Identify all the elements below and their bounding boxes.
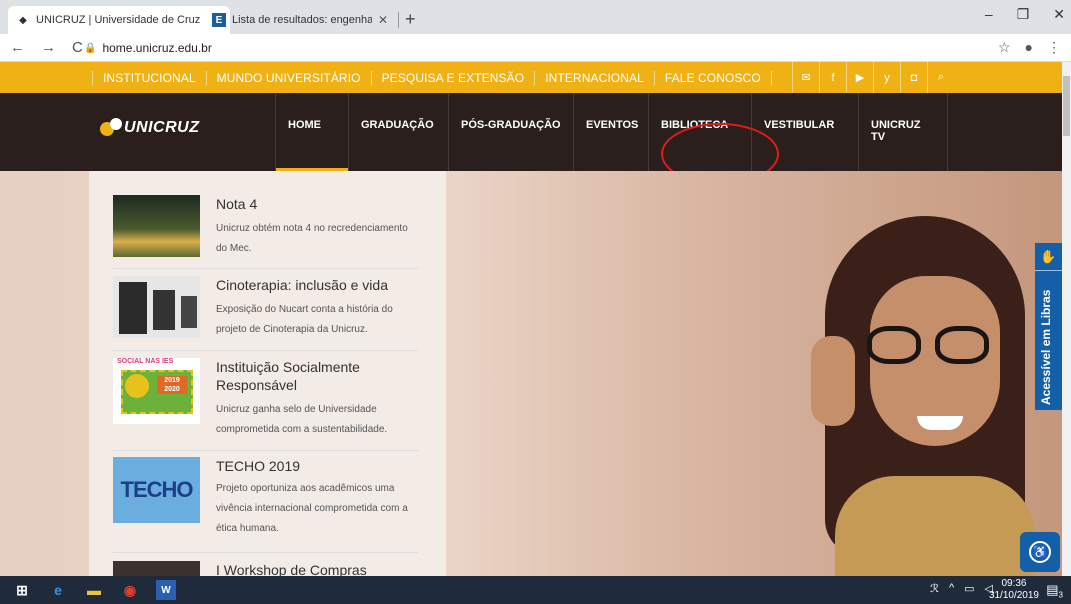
news-thumbnail (113, 561, 200, 576)
top-links: INSTITUCIONAL MUNDO UNIVERSITÁRIO PESQUI… (92, 62, 772, 93)
nav-menu: HOME GRADUAÇÃO PÓS-GRADUAÇÃO EVENTOS BIB… (275, 93, 948, 171)
facebook-icon[interactable]: f (819, 62, 846, 93)
toolbar-right: ☆ ● ⋮ (998, 39, 1061, 56)
network-icon[interactable]: ▭ (964, 582, 974, 595)
clock-time: 09:36 (1001, 578, 1027, 589)
unicruz-favicon-icon: ◆ (19, 14, 27, 26)
student-photo (775, 216, 1035, 576)
word-icon[interactable]: W (156, 580, 176, 600)
system-tray: ℛ ^ ▭ ◁ (930, 582, 993, 595)
nav-item-eventos[interactable]: EVENTOS (573, 93, 648, 171)
taskbar-clock[interactable]: 09:36 31/10/2019 (989, 578, 1039, 602)
toplink-mundo-universitario[interactable]: MUNDO UNIVERSITÁRIO (207, 70, 372, 85)
hands-icon: ✋ (1035, 243, 1062, 271)
nav-item-unicruz-tv[interactable]: UNICRUZ TV (858, 93, 948, 171)
forward-button[interactable]: → (41, 39, 56, 56)
hero-banner: Nota 4 Unicruz obtém nota 4 no recredenc… (0, 171, 1062, 576)
window-controls: – ❐ ✕ (985, 6, 1065, 23)
tab-results[interactable]: E Lista de resultados: engenharia c ✕ (204, 6, 396, 34)
news-title[interactable]: I Workshop de Compras (216, 561, 416, 576)
libras-label: Acessível em Libras (1039, 289, 1053, 405)
url-text: home.unicruz.edu.br (102, 41, 212, 55)
edge-icon[interactable]: e (48, 580, 68, 600)
news-item[interactable]: I Workshop de Compras (113, 561, 418, 576)
libras-accessibility-widget[interactable]: ✋ Acessível em Libras (1035, 243, 1062, 410)
news-item[interactable]: SOCIAL NAS IES 2019 2020 Instituição Soc… (113, 358, 418, 451)
close-tab-icon[interactable]: ✕ (378, 13, 388, 27)
news-thumbnail (113, 195, 200, 257)
twitter-icon[interactable]: y (873, 62, 900, 93)
news-title[interactable]: Nota 4 (216, 195, 416, 213)
windows-taskbar: ⊞ e ▬ ◉ W ℛ ^ ▭ ◁ 09:36 31/10/2019 ▤3 (0, 576, 1071, 604)
new-tab-button[interactable]: + (405, 9, 416, 30)
url-field[interactable]: 🔒 home.unicruz.edu.br (84, 37, 984, 59)
nav-buttons: ← → C (10, 39, 83, 56)
thumb-caption: SOCIAL NAS IES (117, 358, 174, 365)
main-navigation: UNICRUZ HOME GRADUAÇÃO PÓS-GRADUAÇÃO EVE… (0, 93, 1062, 185)
chevron-up-icon[interactable]: ^ (949, 582, 954, 595)
file-explorer-icon[interactable]: ▬ (84, 580, 104, 600)
maximize-button[interactable]: ❐ (1017, 6, 1030, 23)
news-thumbnail: TECHO (113, 457, 200, 523)
news-desc: Unicruz obtém nota 4 no recredenciamento… (216, 223, 408, 254)
bookmark-star-icon[interactable]: ☆ (998, 39, 1011, 56)
unicruz-logo[interactable]: UNICRUZ (100, 118, 200, 138)
tab-title: UNICRUZ | Universidade de Cruz (36, 14, 201, 26)
news-desc: Projeto oportuniza aos acadêmicos uma vi… (216, 483, 408, 534)
top-utility-bar: INSTITUCIONAL MUNDO UNIVERSITÁRIO PESQUI… (0, 62, 1062, 93)
youtube-icon[interactable]: ▶ (846, 62, 873, 93)
thumb-techo-text: TECHO (120, 477, 194, 502)
toplink-pesquisa-extensao[interactable]: PESQUISA E EXTENSÃO (372, 70, 536, 85)
minimize-button[interactable]: – (985, 6, 993, 23)
page-scrollbar[interactable] (1062, 62, 1071, 576)
windows-start-icon[interactable]: ⊞ (12, 580, 32, 600)
profile-icon[interactable]: ● (1025, 39, 1033, 56)
instagram-icon[interactable]: ◘ (900, 62, 927, 93)
tab-divider (398, 12, 399, 28)
back-button[interactable]: ← (10, 39, 25, 56)
results-favicon-icon: E (212, 13, 226, 27)
nav-item-home[interactable]: HOME (275, 93, 348, 171)
news-title[interactable]: Cinoterapia: inclusão e vida (216, 276, 416, 294)
accessibility-button[interactable]: ♿ (1020, 532, 1060, 572)
toplink-fale-conosco[interactable]: FALE CONOSCO (655, 70, 772, 85)
news-item[interactable]: TECHO TECHO 2019 Projeto oportuniza aos … (113, 457, 418, 553)
tab-unicruz[interactable]: ◆ UNICRUZ | Universidade de Cruz ✕ (8, 6, 230, 34)
scrollbar-thumb[interactable] (1063, 76, 1070, 136)
thumb-years: 2019 2020 (157, 376, 187, 394)
news-title[interactable]: Instituição Socialmente Responsável (216, 358, 416, 394)
search-icon[interactable]: ⌕ (927, 62, 954, 93)
chrome-icon[interactable]: ◉ (120, 580, 140, 600)
taskbar-apps: ⊞ e ▬ ◉ W (12, 580, 176, 600)
close-window-button[interactable]: ✕ (1053, 6, 1065, 23)
clock-date: 31/10/2019 (988, 590, 1039, 601)
accessibility-icon: ♿ (1029, 541, 1051, 563)
news-panel: Nota 4 Unicruz obtém nota 4 no recredenc… (89, 171, 446, 576)
news-thumbnail (113, 276, 200, 338)
browser-tabbar: ◆ UNICRUZ | Universidade de Cruz ✕ E Lis… (0, 0, 1071, 34)
page-viewport: INSTITUCIONAL MUNDO UNIVERSITÁRIO PESQUI… (0, 62, 1062, 576)
notification-count: 3 (1058, 590, 1063, 600)
lock-icon: 🔒 (84, 42, 97, 54)
address-bar: ← → C 🔒 home.unicruz.edu.br ☆ ● ⋮ (0, 34, 1071, 62)
news-desc: Exposição do Nucart conta a história do … (216, 304, 393, 335)
tab-title: Lista de resultados: engenharia c (232, 14, 372, 26)
notification-icon[interactable]: ▤3 (1046, 582, 1063, 600)
nav-item-pos-graduacao[interactable]: PÓS-GRADUAÇÃO (448, 93, 573, 171)
news-item[interactable]: Nota 4 Unicruz obtém nota 4 no recredenc… (113, 195, 418, 269)
email-icon[interactable]: ✉ (792, 62, 819, 93)
news-title[interactable]: TECHO 2019 (216, 457, 416, 475)
social-links: ✉ f ▶ y ◘ ⌕ (792, 62, 954, 93)
nav-item-graduacao[interactable]: GRADUAÇÃO (348, 93, 448, 171)
toplink-institucional[interactable]: INSTITUCIONAL (92, 70, 207, 85)
people-icon[interactable]: ℛ (930, 582, 939, 595)
news-desc: Unicruz ganha selo de Universidade compr… (216, 404, 388, 435)
reload-button[interactable]: C (72, 39, 83, 56)
logo-mark-icon (100, 118, 124, 138)
logo-text: UNICRUZ (124, 119, 200, 136)
toplink-internacional[interactable]: INTERNACIONAL (535, 70, 655, 85)
menu-icon[interactable]: ⋮ (1047, 39, 1061, 56)
news-thumbnail: SOCIAL NAS IES 2019 2020 (113, 358, 200, 424)
news-item[interactable]: Cinoterapia: inclusão e vida Exposição d… (113, 276, 418, 351)
